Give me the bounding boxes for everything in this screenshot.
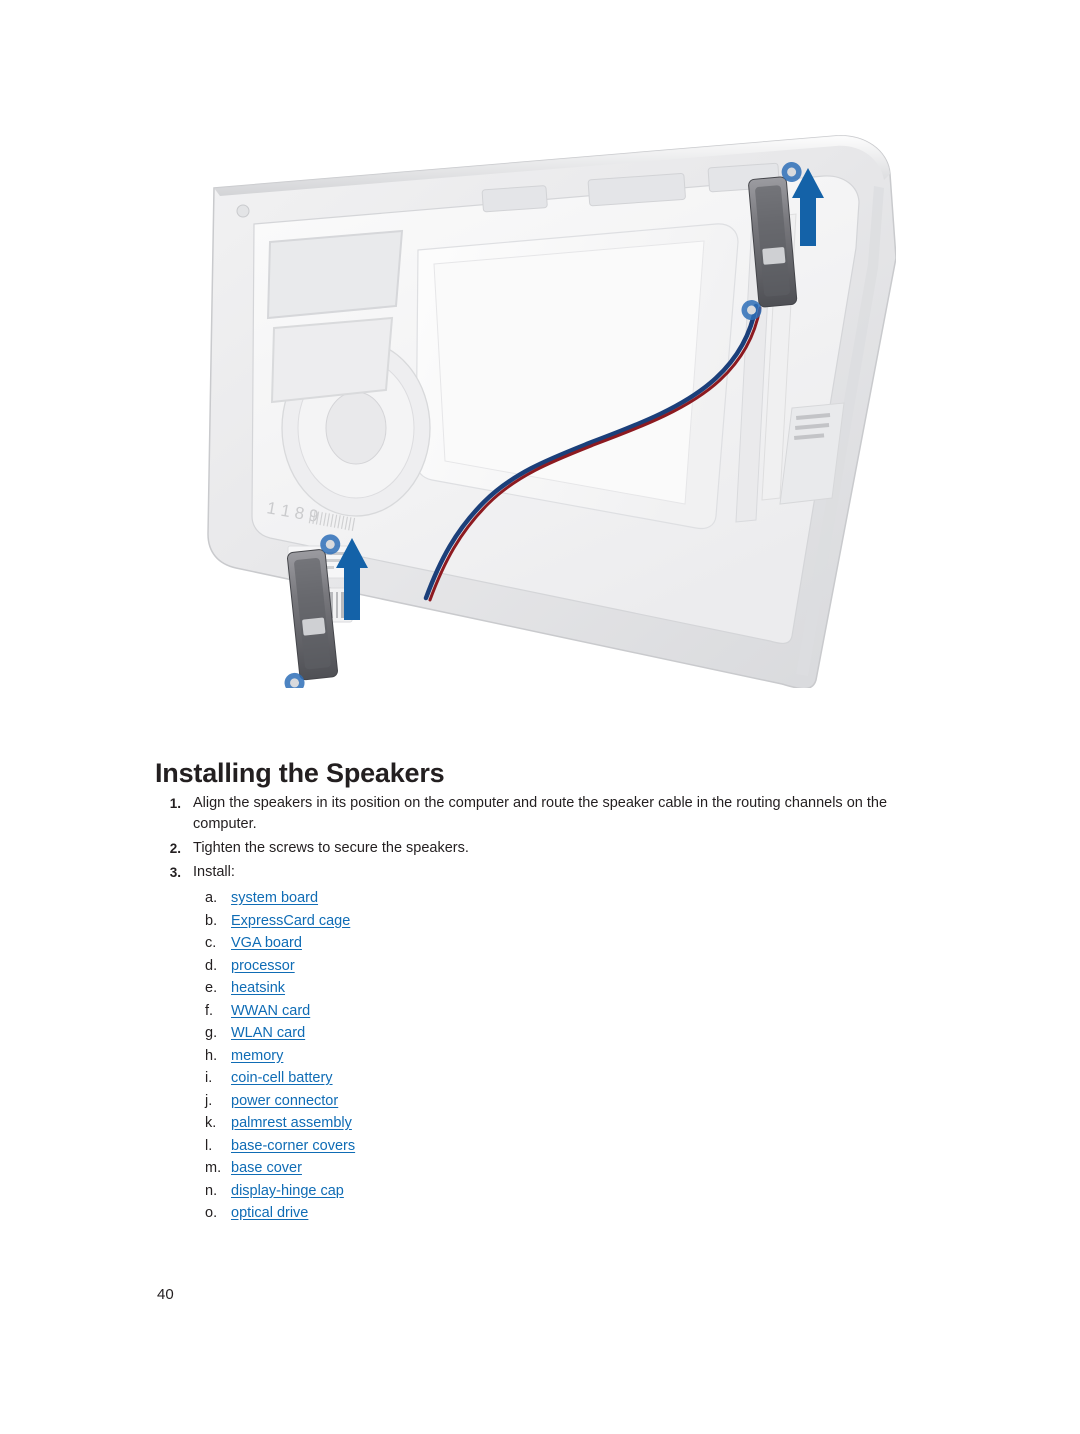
list-item-marker: d.	[205, 957, 218, 974]
step-3-number: 3.	[169, 865, 181, 880]
list-item: m. base cover	[205, 1157, 915, 1180]
list-item-marker: a.	[205, 890, 218, 906]
list-item-marker: o.	[205, 1205, 218, 1221]
step-1-number: 1.	[169, 796, 181, 811]
list-item: i. coin-cell battery	[205, 1067, 915, 1090]
link-expresscard-cage[interactable]: ExpressCard cage	[231, 910, 350, 933]
list-item-marker: j.	[205, 1092, 213, 1109]
list-item: e. heatsink	[205, 977, 915, 1000]
speaker-installation-diagram: 1 1 8 9 |||||||||||||	[196, 128, 896, 688]
link-wlan-card[interactable]: WLAN card	[231, 1022, 305, 1045]
link-coin-cell-battery[interactable]: coin-cell battery	[231, 1067, 333, 1090]
step-2: 2. Tighten the screws to secure the spea…	[155, 838, 915, 859]
step-3-text: Install:	[193, 864, 235, 880]
list-item: n. display-hinge cap	[205, 1180, 915, 1203]
list-item-marker: c.	[205, 935, 217, 951]
list-item-marker: b.	[205, 912, 218, 929]
link-palmrest-assembly[interactable]: palmrest assembly	[231, 1112, 352, 1135]
link-base-cover[interactable]: base cover	[231, 1157, 302, 1180]
link-wwan-card[interactable]: WWAN card	[231, 1000, 310, 1023]
list-item-marker: n.	[205, 1182, 218, 1199]
list-item-marker: m.	[205, 1160, 222, 1176]
main-panel	[415, 223, 739, 530]
list-item: a. system board	[205, 887, 915, 910]
list-item: f. WWAN card	[205, 1000, 915, 1023]
link-optical-drive[interactable]: optical drive	[231, 1202, 308, 1225]
page-number: 40	[157, 1286, 174, 1303]
step-1: 1. Align the speakers in its position on…	[155, 793, 915, 835]
install-component-list: a. system board b. ExpressCard cage c. V…	[205, 887, 915, 1225]
document-page: 1 1 8 9 ||||||||||||| Installing the Spe…	[0, 0, 1080, 1434]
link-system-board[interactable]: system board	[231, 887, 318, 910]
step-1-text: Align the speakers in its position on th…	[193, 795, 888, 832]
link-heatsink[interactable]: heatsink	[231, 977, 285, 1000]
list-item: b. ExpressCard cage	[205, 910, 915, 933]
list-item: h. memory	[205, 1045, 915, 1068]
list-item: d. processor	[205, 955, 915, 978]
step-3: 3. Install:	[155, 862, 915, 883]
link-memory[interactable]: memory	[231, 1045, 283, 1068]
screw-hole	[236, 204, 250, 218]
list-item: j. power connector	[205, 1090, 915, 1113]
list-item-marker: k.	[205, 1115, 217, 1131]
list-item: g. WLAN card	[205, 1022, 915, 1045]
link-vga-board[interactable]: VGA board	[231, 932, 302, 955]
list-item-marker: i.	[205, 1070, 213, 1086]
page-title: Installing the Speakers	[155, 758, 445, 789]
link-processor[interactable]: processor	[231, 955, 295, 978]
step-2-number: 2.	[169, 841, 181, 856]
procedure-steps: 1. Align the speakers in its position on…	[155, 793, 915, 1225]
list-item-marker: g.	[205, 1025, 218, 1041]
list-item-marker: h.	[205, 1047, 218, 1064]
list-item-marker: f.	[205, 1002, 214, 1019]
link-base-corner-covers[interactable]: base-corner covers	[231, 1135, 355, 1158]
list-item: l. base-corner covers	[205, 1135, 915, 1158]
list-item: k. palmrest assembly	[205, 1112, 915, 1135]
link-display-hinge-cap[interactable]: display-hinge cap	[231, 1180, 344, 1203]
list-item: c. VGA board	[205, 932, 915, 955]
list-item-marker: e.	[205, 980, 218, 996]
list-item-marker: l.	[205, 1137, 213, 1154]
link-power-connector[interactable]: power connector	[231, 1090, 338, 1113]
step-2-text: Tighten the screws to secure the speaker…	[193, 840, 469, 856]
list-item: o. optical drive	[205, 1202, 915, 1225]
